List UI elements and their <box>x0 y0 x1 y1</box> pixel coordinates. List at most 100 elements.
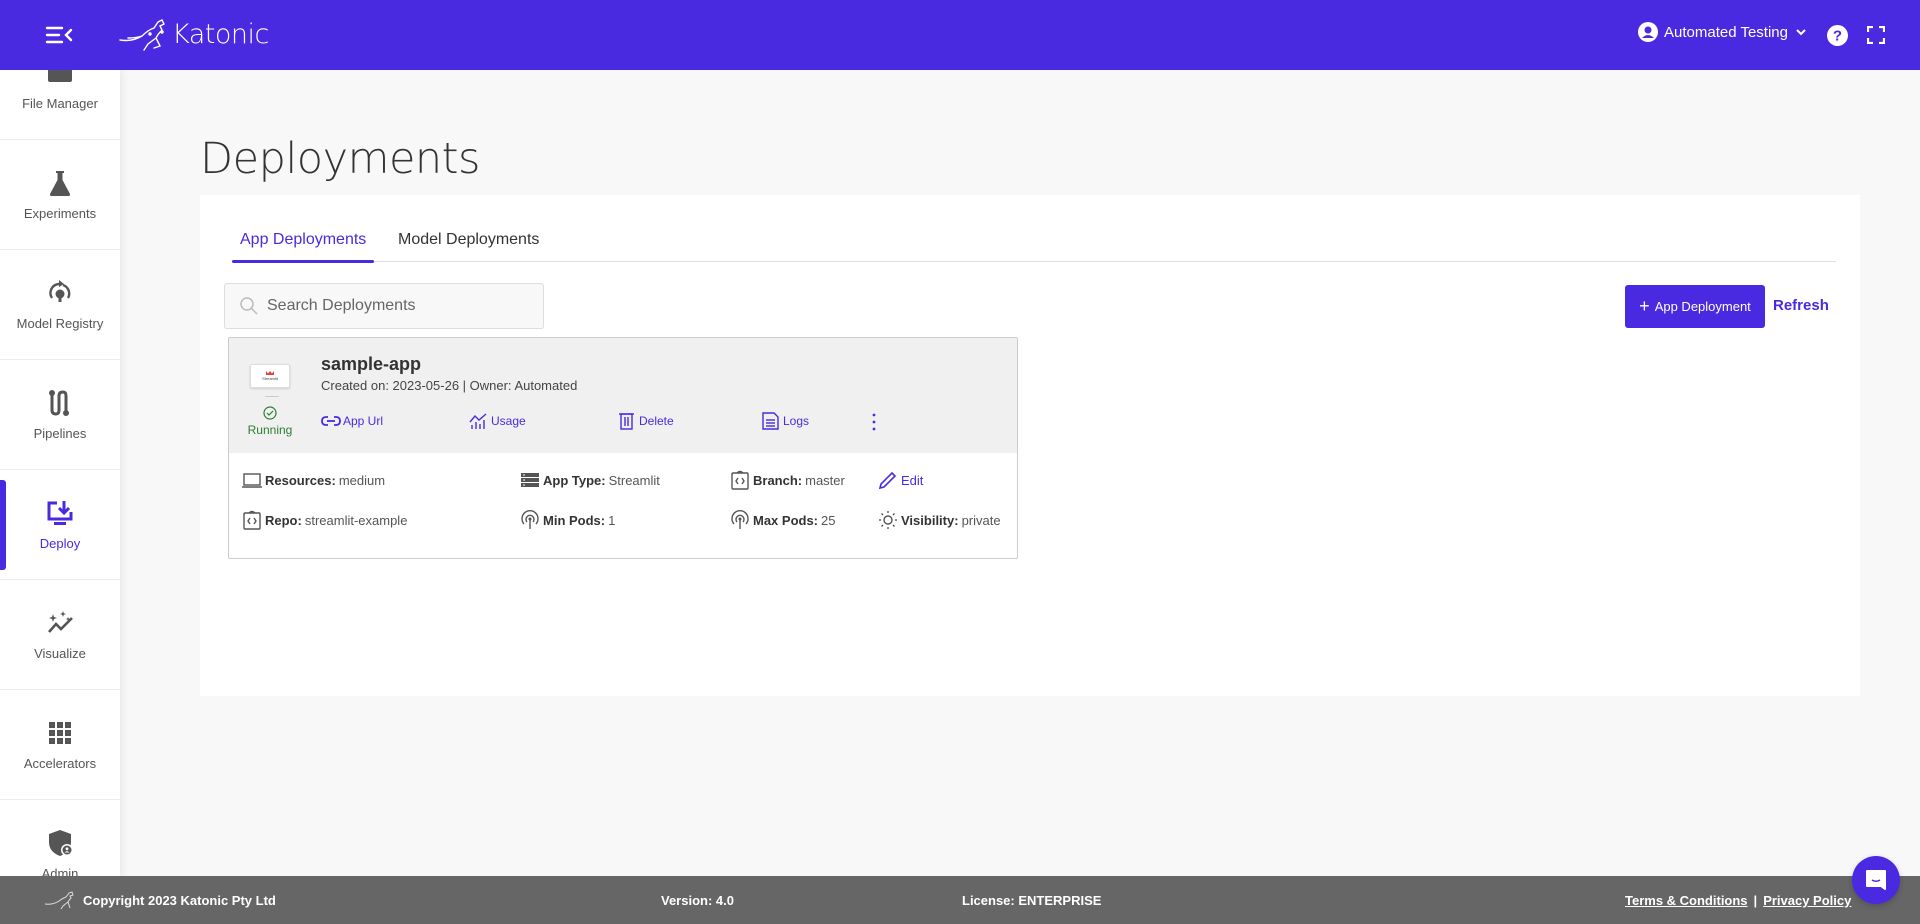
sidebar-item-label: Accelerators <box>23 756 97 771</box>
model-registry-icon <box>49 280 71 302</box>
sun-icon <box>879 511 897 529</box>
pencil-icon <box>878 471 897 490</box>
tab-bar: App Deployments Model Deployments <box>232 231 1836 263</box>
kangaroo-logo-icon <box>119 19 165 51</box>
status-text: Running <box>247 423 293 437</box>
sidebar-item-pipelines[interactable]: Pipelines <box>0 360 120 470</box>
detail-resources: Resources: medium <box>241 470 385 490</box>
delete-label: Delete <box>639 414 674 428</box>
visibility-value: private <box>961 512 1001 528</box>
antenna-icon <box>731 510 749 529</box>
sidebar-item-label: Experiments <box>23 206 97 221</box>
logs-link[interactable]: Logs <box>761 412 809 430</box>
deployments-panel: App Deployments Model Deployments + App … <box>200 195 1860 696</box>
plus-icon: + <box>1639 296 1650 316</box>
edit-button[interactable]: Edit <box>877 470 923 490</box>
tab-model-deployments[interactable]: Model Deployments <box>390 231 547 262</box>
sidebar-item-label: File Manager <box>22 96 98 111</box>
chat-widget-button[interactable] <box>1852 856 1900 904</box>
privacy-link[interactable]: Privacy Policy <box>1763 893 1851 908</box>
svg-text:?: ? <box>1833 28 1842 45</box>
sidebar-item-label: Model Registry <box>16 316 104 331</box>
terms-link[interactable]: Terms & Conditions <box>1625 893 1748 908</box>
detail-branch: Branch: master <box>729 470 845 490</box>
user-menu[interactable]: Automated Testing <box>1638 22 1808 42</box>
top-bar: Katonic Automated Testing ? <box>0 0 1920 70</box>
document-icon <box>762 412 779 430</box>
sidebar-item-file-manager[interactable]: File Manager <box>0 70 120 140</box>
deployment-card-header: Streamlit Running sample-app Created on:… <box>229 338 1017 453</box>
check-circle-icon <box>263 406 277 420</box>
branch-value: master <box>805 472 845 488</box>
footer-separator: | <box>1753 893 1758 908</box>
sidebar-item-label: Visualize <box>34 646 86 661</box>
kangaroo-logo-icon <box>44 891 74 910</box>
app-url-link[interactable]: App Url <box>321 412 383 430</box>
delete-button[interactable]: Delete <box>617 412 674 430</box>
sidebar-item-model-registry[interactable]: Model Registry <box>0 250 120 360</box>
min-pods-label: Min Pods: <box>543 512 606 528</box>
usage-chart-icon <box>469 413 487 429</box>
sidebar-item-label: Deploy <box>39 536 81 551</box>
logo-divider <box>265 396 279 397</box>
footer-links: Terms & Conditions | Privacy Policy <box>1625 893 1851 908</box>
resources-value: medium <box>338 472 386 488</box>
visibility-label: Visibility: <box>901 512 959 528</box>
chevron-down-icon <box>1796 29 1806 36</box>
antenna-icon <box>521 510 539 529</box>
usage-link[interactable]: Usage <box>469 412 526 430</box>
server-stack-icon <box>521 473 539 487</box>
license-text: License: ENTERPRISE <box>962 893 1102 908</box>
user-avatar-icon <box>1638 22 1658 42</box>
search-icon <box>240 297 258 315</box>
sidebar-item-accelerators[interactable]: Accelerators <box>0 690 120 800</box>
sidebar-item-experiments[interactable]: Experiments <box>0 140 120 250</box>
sidebar-item-admin[interactable]: Admin <box>0 800 120 876</box>
sidebar-item-visualize[interactable]: Visualize <box>0 580 120 690</box>
page-title: Deployments <box>200 134 480 184</box>
flask-icon <box>49 171 71 196</box>
logs-label: Logs <box>783 414 810 428</box>
detail-app-type: App Type: Streamlit <box>519 470 660 490</box>
grid-icon <box>49 722 71 744</box>
streamlit-crown-icon <box>266 371 274 375</box>
menu-collapse-icon[interactable] <box>45 24 73 46</box>
resources-label: Resources: <box>265 472 336 488</box>
repo-label: Repo: <box>265 512 302 528</box>
app-type-label: App Type: <box>543 472 606 488</box>
branch-label: Branch: <box>753 472 803 488</box>
code-clipboard-icon <box>731 470 749 490</box>
trash-icon <box>619 413 634 430</box>
sidebar-item-deploy[interactable]: Deploy <box>0 470 120 580</box>
copyright-text: Copyright 2023 Katonic Pty Ltd <box>83 893 276 908</box>
min-pods-value: 1 <box>608 512 616 528</box>
help-icon[interactable]: ? <box>1826 24 1849 47</box>
version-text: Version: 4.0 <box>661 893 734 908</box>
repo-value: streamlit-example <box>304 512 408 528</box>
app-meta: Created on: 2023-05-26 | Owner: Automate… <box>321 378 578 393</box>
detail-repo: Repo: streamlit-example <box>241 510 407 530</box>
tab-app-deployments[interactable]: App Deployments <box>232 231 375 263</box>
more-options-icon[interactable] <box>869 412 879 432</box>
edit-label: Edit <box>901 472 924 488</box>
link-icon <box>321 416 341 426</box>
sidebar-item-label: Pipelines <box>33 426 87 441</box>
search-input[interactable] <box>267 297 527 315</box>
add-app-deployment-button[interactable]: + App Deployment <box>1625 285 1765 328</box>
detail-visibility: Visibility: private <box>877 510 1001 530</box>
refresh-button[interactable]: Refresh <box>1773 297 1829 314</box>
sidebar-item-label: Admin <box>41 866 79 876</box>
fullscreen-icon[interactable] <box>1866 25 1886 45</box>
streamlit-logo: Streamlit <box>250 364 290 388</box>
footer: Copyright 2023 Katonic Pty Ltd Version: … <box>0 876 1920 924</box>
app-url-label: App Url <box>343 414 384 428</box>
app-logo-text: Streamlit <box>262 376 278 381</box>
brand-name: Katonic <box>172 18 269 50</box>
app-name: sample-app <box>321 354 422 374</box>
folder-icon <box>48 70 72 82</box>
search-field <box>224 283 544 329</box>
status-badge: Running <box>243 406 297 437</box>
max-pods-label: Max Pods: <box>753 512 819 528</box>
detail-max-pods: Max Pods: 25 <box>729 510 835 530</box>
katonic-logo[interactable]: Katonic <box>118 16 269 52</box>
